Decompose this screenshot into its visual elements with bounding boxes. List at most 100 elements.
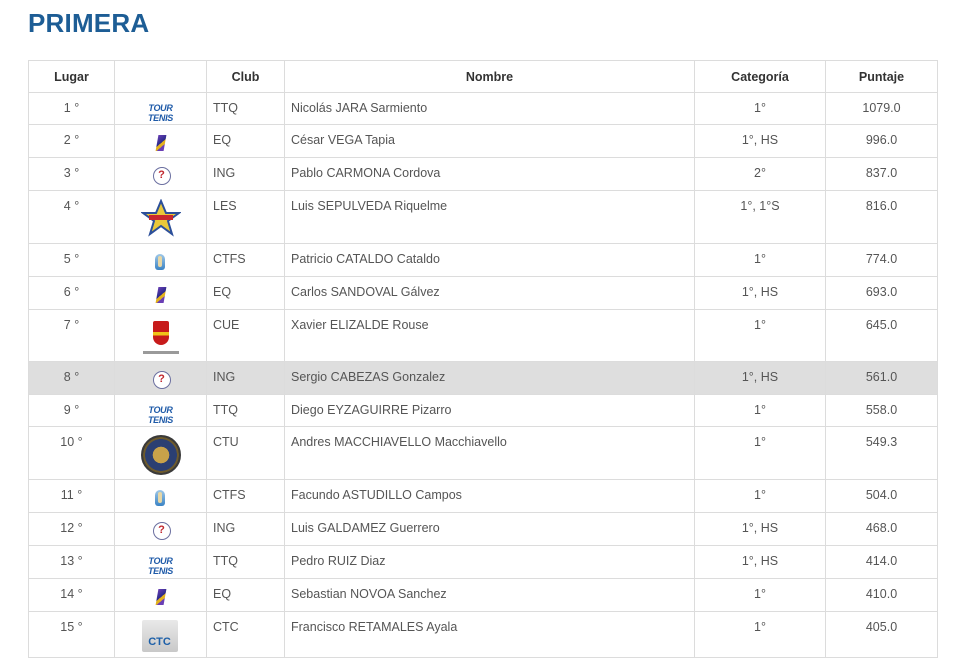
cell-nombre: Andres MACCHIAVELLO Macchiavello bbox=[284, 426, 695, 480]
eq-logo-icon bbox=[156, 134, 166, 152]
table-row[interactable]: 2 ° EQ César VEGA Tapia 1°, HS 996.0 bbox=[28, 124, 938, 158]
cell-categoria: 1° bbox=[694, 426, 826, 480]
cell-puntaje: 561.0 bbox=[825, 361, 938, 395]
tourtenis-logo-icon: TOUR TENIS bbox=[141, 405, 181, 425]
cell-categoria: 1° bbox=[694, 243, 826, 277]
header-puntaje[interactable]: Puntaje bbox=[825, 60, 938, 93]
cue-crest-logo-icon bbox=[141, 318, 181, 358]
eq-logo-icon bbox=[156, 588, 166, 606]
cell-categoria: 1°, 1°S bbox=[694, 190, 826, 244]
cell-puntaje: 693.0 bbox=[825, 276, 938, 310]
cell-club: EQ bbox=[206, 276, 285, 310]
cell-categoria: 2° bbox=[694, 157, 826, 191]
table-row[interactable]: 8 ° INGSergio CABEZAS Gonzalez1°, HS561.0 bbox=[28, 361, 938, 395]
les-star-logo-icon bbox=[139, 198, 182, 237]
table-row[interactable]: 14 ° EQ Sebastian NOVOA Sanchez 1° 410.0 bbox=[28, 578, 938, 612]
cell-puntaje: 996.0 bbox=[825, 124, 938, 158]
cell-club: ING bbox=[206, 157, 285, 191]
cell-categoria: 1° bbox=[694, 611, 826, 658]
cell-lugar: 10 ° bbox=[28, 426, 115, 480]
table-row[interactable]: 1 ° TOUR TENIS TTQ Nicolás JARA Sarmiento 1°… bbox=[28, 92, 938, 125]
cell-lugar: 9 ° bbox=[28, 394, 115, 427]
table-row[interactable]: 12 ° INGLuis GALDAMEZ Guerrero1°, HS468.0 bbox=[28, 512, 938, 546]
cell-nombre: Diego EYZAGUIRRE Pizarro bbox=[284, 394, 695, 427]
cell-club: EQ bbox=[206, 578, 285, 612]
cell-nombre: Pablo CARMONA Cordova bbox=[284, 157, 695, 191]
cell-logo bbox=[114, 243, 207, 277]
cell-nombre: Luis GALDAMEZ Guerrero bbox=[284, 512, 695, 546]
table-row[interactable]: 10 ° CTU Andres MACCHIAVELLO Macchiavello 1… bbox=[28, 426, 938, 480]
cell-puntaje: 1079.0 bbox=[825, 92, 938, 125]
table-row[interactable]: 9 ° TOUR TENIS TTQ Diego EYZAGUIRRE Pizarro… bbox=[28, 394, 938, 427]
tourtenis-logo-text: TOUR TENIS bbox=[147, 103, 173, 123]
cell-club: CTC bbox=[206, 611, 285, 658]
cell-logo bbox=[114, 190, 207, 244]
table-row[interactable]: 15 ° CTCFrancisco RETAMALES Ayala1°405.0 bbox=[28, 611, 938, 658]
cell-club: LES bbox=[206, 190, 285, 244]
ctu-seal-logo-icon bbox=[140, 435, 181, 475]
cell-logo bbox=[114, 611, 207, 658]
cell-club: CTFS bbox=[206, 243, 285, 277]
cell-lugar: 5 ° bbox=[28, 243, 115, 277]
table-row[interactable]: 7 ° CUE Xavier ELIZALDE Rouse 1° 645.0 bbox=[28, 309, 938, 362]
page-title: PRIMERA bbox=[28, 8, 150, 38]
cell-nombre: Facundo ASTUDILLO Campos bbox=[284, 479, 695, 513]
ing-logo-icon bbox=[141, 371, 181, 389]
cell-lugar: 6 ° bbox=[28, 276, 115, 310]
cell-lugar: 2 ° bbox=[28, 124, 115, 158]
cell-categoria: 1°, HS bbox=[694, 361, 826, 395]
cell-categoria: 1° bbox=[694, 479, 826, 513]
cell-categoria: 1° bbox=[694, 394, 826, 427]
cell-logo: TOUR TENIS bbox=[114, 545, 207, 579]
tourtenis-logo-icon: TOUR TENIS bbox=[141, 556, 181, 576]
cell-nombre: Nicolás JARA Sarmiento bbox=[284, 92, 695, 125]
cell-nombre: Francisco RETAMALES Ayala bbox=[284, 611, 695, 658]
cell-club: TTQ bbox=[206, 92, 285, 125]
cell-logo bbox=[114, 309, 207, 362]
table-row[interactable]: 11 ° CTFS Facundo ASTUDILLO Campos 1° 504.0 bbox=[28, 479, 938, 513]
cell-club: CTU bbox=[206, 426, 285, 480]
header-club[interactable]: Club bbox=[206, 60, 285, 93]
cell-club: ING bbox=[206, 512, 285, 546]
ranking-table: Lugar Club Nombre Categoría Puntaje 1 ° T… bbox=[28, 60, 938, 658]
cell-lugar: 8 ° bbox=[28, 361, 115, 395]
header-nombre[interactable]: Nombre bbox=[284, 60, 695, 93]
cell-nombre: César VEGA Tapia bbox=[284, 124, 695, 158]
tourtenis-logo-text: TOUR TENIS bbox=[147, 556, 173, 576]
cell-puntaje: 816.0 bbox=[825, 190, 938, 244]
ing-logo-icon bbox=[141, 522, 181, 540]
eq-logo-icon bbox=[156, 286, 166, 304]
cell-nombre: Sergio CABEZAS Gonzalez bbox=[284, 361, 695, 395]
cell-logo bbox=[114, 512, 207, 546]
ctfs-logo-icon bbox=[141, 253, 181, 271]
cell-puntaje: 549.3 bbox=[825, 426, 938, 480]
cell-categoria: 1° bbox=[694, 92, 826, 125]
cell-puntaje: 414.0 bbox=[825, 545, 938, 579]
header-categoria[interactable]: Categoría bbox=[694, 60, 826, 93]
table-row[interactable]: 3 ° INGPablo CARMONA Cordova2°837.0 bbox=[28, 157, 938, 191]
header-logo bbox=[114, 60, 207, 93]
ctc-logo-icon bbox=[141, 620, 181, 654]
cell-club: CUE bbox=[206, 309, 285, 362]
cell-lugar: 14 ° bbox=[28, 578, 115, 612]
cell-categoria: 1°, HS bbox=[694, 545, 826, 579]
tourtenis-logo-icon: TOUR TENIS bbox=[141, 103, 181, 123]
cell-logo bbox=[114, 157, 207, 191]
cell-lugar: 12 ° bbox=[28, 512, 115, 546]
cell-logo: TOUR TENIS bbox=[114, 394, 207, 427]
cell-categoria: 1°, HS bbox=[694, 276, 826, 310]
header-lugar[interactable]: Lugar bbox=[28, 60, 115, 93]
table-row[interactable]: 6 ° EQ Carlos SANDOVAL Gálvez 1°, HS 693.0 bbox=[28, 276, 938, 310]
cell-lugar: 15 ° bbox=[28, 611, 115, 658]
cell-logo bbox=[114, 426, 207, 480]
cell-club: EQ bbox=[206, 124, 285, 158]
cell-nombre: Luis SEPULVEDA Riquelme bbox=[284, 190, 695, 244]
cell-puntaje: 558.0 bbox=[825, 394, 938, 427]
cell-club: ING bbox=[206, 361, 285, 395]
cell-lugar: 11 ° bbox=[28, 479, 115, 513]
table-row[interactable]: 4 ° LES Luis SEPULVEDA Riquelme 1°, 1°S 816.… bbox=[28, 190, 938, 244]
table-row[interactable]: 5 ° CTFS Patricio CATALDO Cataldo 1° 774.0 bbox=[28, 243, 938, 277]
table-row[interactable]: 13 ° TOUR TENIS TTQ Pedro RUIZ Diaz 1°, HS 41… bbox=[28, 545, 938, 579]
cell-nombre: Pedro RUIZ Diaz bbox=[284, 545, 695, 579]
cell-lugar: 7 ° bbox=[28, 309, 115, 362]
